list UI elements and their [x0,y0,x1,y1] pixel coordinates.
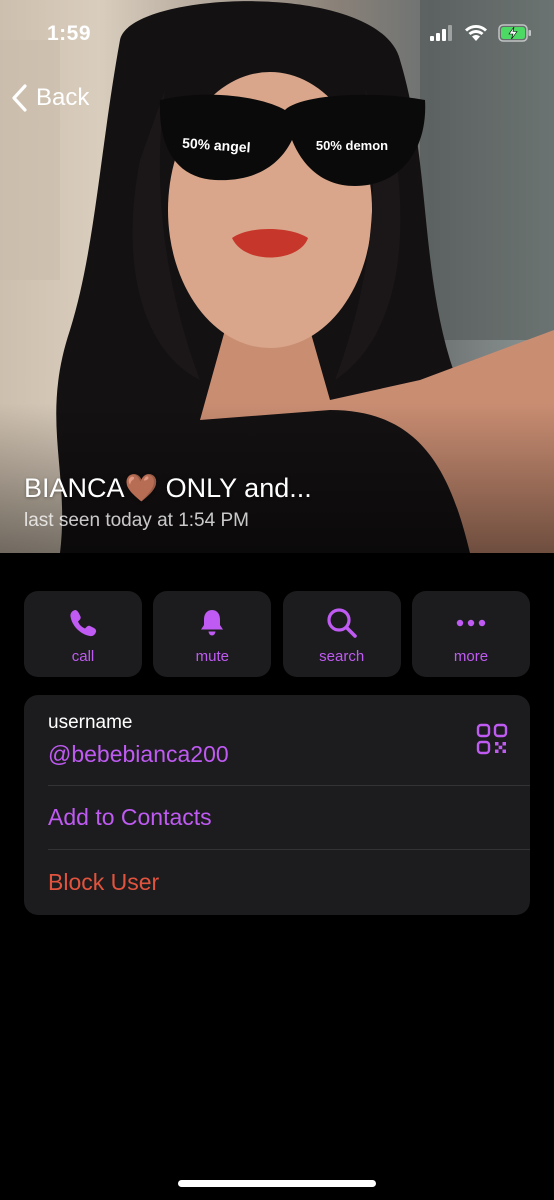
block-user-button[interactable]: Block User [48,850,530,915]
username-caption: username [48,712,133,733]
mute-button[interactable]: mute [153,591,272,677]
home-indicator[interactable] [178,1180,376,1187]
wifi-icon [465,25,487,41]
qr-code-icon[interactable] [476,723,508,755]
last-seen-status: last seen today at 1:54 PM [24,510,249,531]
action-buttons-row: call mute search more [24,591,530,677]
more-dots-icon [454,606,488,640]
sticker-text-right: 50% demon [316,138,388,153]
more-button[interactable]: more [411,591,530,677]
mute-label: mute [195,648,229,665]
bell-icon [195,606,229,640]
call-button[interactable]: call [24,591,142,677]
search-label: search [319,648,365,665]
search-icon [325,606,359,640]
username-row[interactable]: username @bebebianca200 [48,695,530,785]
call-label: call [71,648,95,665]
status-time: 1:59 [47,22,92,45]
back-button-label: Back [36,84,90,111]
chevron-left-icon [12,84,27,112]
status-bar: 1:59 [0,0,554,70]
more-label: more [453,648,489,665]
battery-charging-icon [498,24,531,42]
contact-info-card: username @bebebianca200 Add to Contacts … [24,695,530,915]
add-to-contacts-button[interactable]: Add to Contacts [48,786,530,849]
phone-icon [66,606,100,640]
profile-name: BIANCA🤎 ONLY and... [24,473,312,503]
cellular-signal-icon [430,25,452,41]
back-button[interactable]: Back [10,80,89,116]
contact-info-screen: 50% angel 50% demon 1:59 Back BIANCA🤎 ON… [0,0,554,1200]
search-button[interactable]: search [282,591,401,677]
username-value[interactable]: @bebebianca200 [48,741,229,768]
status-icons [430,24,532,42]
